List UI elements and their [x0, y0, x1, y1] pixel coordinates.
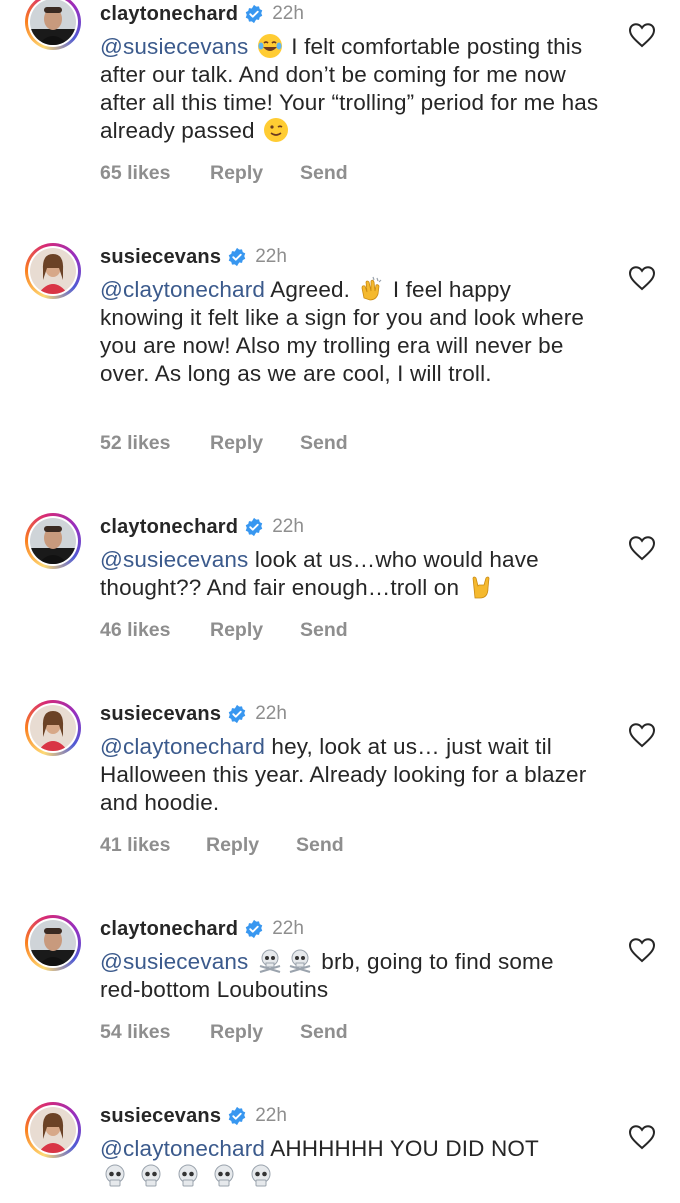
- verified-badge-icon: [228, 1106, 246, 1126]
- comment-actions: 52 likes Reply Send: [100, 432, 348, 455]
- comment: claytonechard 22h @susiecevans brb, goin…: [0, 915, 680, 1075]
- avatar[interactable]: [25, 0, 81, 50]
- heart-outline-icon[interactable]: [628, 937, 656, 963]
- likes-count[interactable]: 46 likes: [100, 619, 210, 642]
- mention-link[interactable]: @claytonechard: [100, 734, 265, 759]
- verified-badge-icon: [245, 4, 263, 24]
- timestamp: 22h: [272, 918, 304, 939]
- heart-outline-icon[interactable]: [628, 265, 656, 291]
- username[interactable]: susiecevans: [100, 246, 221, 269]
- username[interactable]: susiecevans: [100, 1105, 221, 1128]
- comment-header: susiecevans 22h: [100, 1102, 287, 1130]
- comment: susiecevans 22h @claytonechard hey, look…: [0, 700, 680, 880]
- comment-actions: 65 likes Reply Send: [100, 162, 348, 185]
- avatar[interactable]: [25, 243, 81, 299]
- heart-outline-icon[interactable]: [628, 1124, 656, 1150]
- avatar[interactable]: [25, 700, 81, 756]
- verified-badge-icon: [245, 919, 263, 939]
- clapping-hands-emoji-icon: [362, 276, 382, 301]
- comment-header: claytonechard 22h: [100, 915, 304, 943]
- comment-actions: 46 likes Reply Send: [100, 619, 348, 642]
- comment-text: @susiecevans brb, going to find some red…: [100, 949, 554, 1002]
- comment: susiecevans 22h @claytonechard AHHHHHH Y…: [0, 1102, 680, 1203]
- skull-emoji-icon: [251, 1164, 271, 1187]
- reply-button[interactable]: Reply: [206, 834, 296, 857]
- skull-emoji-row: [100, 1164, 276, 1189]
- skull-emoji-icon: [141, 1164, 161, 1187]
- timestamp: 22h: [255, 703, 287, 724]
- verified-badge-icon: [228, 704, 246, 724]
- username[interactable]: claytonechard: [100, 918, 238, 941]
- skull-emoji-icon: [105, 1164, 125, 1187]
- send-button[interactable]: Send: [300, 162, 348, 185]
- avatar[interactable]: [25, 1102, 81, 1158]
- likes-count[interactable]: 65 likes: [100, 162, 210, 185]
- avatar[interactable]: [25, 513, 81, 569]
- comment: susiecevans 22h @claytonechard Agreed. I…: [0, 243, 680, 473]
- skull-emoji-icon: [214, 1164, 234, 1187]
- heart-outline-icon[interactable]: [628, 22, 656, 48]
- heart-outline-icon[interactable]: [628, 722, 656, 748]
- mention-link[interactable]: @claytonechard: [100, 1136, 265, 1161]
- mention-link[interactable]: @claytonechard: [100, 277, 265, 302]
- likes-count[interactable]: 54 likes: [100, 1021, 210, 1044]
- skull-and-crossbones-emoji-icon: [259, 949, 281, 974]
- username[interactable]: claytonechard: [100, 3, 238, 26]
- timestamp: 22h: [255, 1105, 287, 1126]
- timestamp: 22h: [272, 3, 304, 24]
- comment-text: @claytonechard AHHHHHH YOU DID NOT: [100, 1135, 600, 1191]
- send-button[interactable]: Send: [296, 834, 344, 857]
- mention-link[interactable]: @susiecevans: [100, 547, 248, 572]
- comment-text: @susiecevans look at us…who would have t…: [100, 547, 539, 600]
- send-button[interactable]: Send: [300, 1021, 348, 1044]
- reply-button[interactable]: Reply: [210, 432, 300, 455]
- send-button[interactable]: Send: [300, 619, 348, 642]
- avatar[interactable]: [25, 915, 81, 971]
- send-button[interactable]: Send: [300, 432, 348, 455]
- comment-header: susiecevans 22h: [100, 243, 287, 271]
- reply-button[interactable]: Reply: [210, 1021, 300, 1044]
- mention-link[interactable]: @susiecevans: [100, 949, 248, 974]
- username[interactable]: susiecevans: [100, 703, 221, 726]
- skull-emoji-icon: [178, 1164, 198, 1187]
- verified-badge-icon: [245, 517, 263, 537]
- tears-of-joy-emoji-icon: [257, 34, 282, 58]
- comment-header: claytonechard 22h: [100, 0, 304, 28]
- likes-count[interactable]: 41 likes: [100, 834, 206, 857]
- sign-of-horns-emoji-icon: [472, 576, 489, 599]
- skull-and-crossbones-emoji-icon: [289, 949, 311, 974]
- likes-count[interactable]: 52 likes: [100, 432, 210, 455]
- reply-button[interactable]: Reply: [210, 619, 300, 642]
- comment-header: claytonechard 22h: [100, 513, 304, 541]
- winking-face-emoji-icon: [264, 118, 289, 142]
- comment-text: @susiecevans I felt comfortable posting …: [100, 34, 599, 143]
- comment-text: @claytonechard hey, look at us… just wai…: [100, 734, 587, 815]
- mention-link[interactable]: @susiecevans: [100, 34, 248, 59]
- verified-badge-icon: [228, 247, 246, 267]
- timestamp: 22h: [272, 516, 304, 537]
- comment-header: susiecevans 22h: [100, 700, 287, 728]
- comment-text: @claytonechard Agreed. I feel happy know…: [100, 276, 585, 386]
- comment: claytonechard 22h @susiecevans look at u…: [0, 513, 680, 673]
- heart-outline-icon[interactable]: [628, 535, 656, 561]
- reply-button[interactable]: Reply: [210, 162, 300, 185]
- timestamp: 22h: [255, 246, 287, 267]
- username[interactable]: claytonechard: [100, 516, 238, 539]
- comment: claytonechard 22h @susiecevans I felt co…: [0, 0, 680, 200]
- comment-actions: 54 likes Reply Send: [100, 1021, 348, 1044]
- comment-actions: 41 likes Reply Send: [100, 834, 344, 857]
